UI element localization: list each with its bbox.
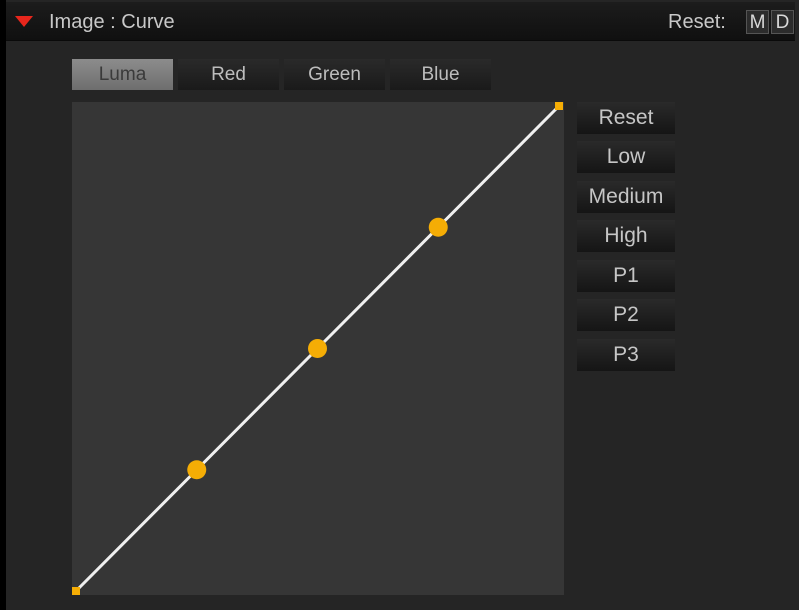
tab-blue[interactable]: Blue xyxy=(390,59,491,90)
curve-graph[interactable] xyxy=(72,102,564,595)
preset-reset-button[interactable]: Reset xyxy=(577,102,675,134)
preset-p2-button[interactable]: P2 xyxy=(577,299,675,331)
curve-control-point-2[interactable] xyxy=(308,339,327,358)
curve-editor[interactable] xyxy=(72,102,564,595)
curve-endpoint-white[interactable] xyxy=(555,102,563,110)
tab-luma[interactable]: Luma xyxy=(72,59,173,90)
preset-p1-button[interactable]: P1 xyxy=(577,260,675,292)
preset-medium-button[interactable]: Medium xyxy=(577,181,675,213)
reset-label: Reset: xyxy=(668,11,726,33)
curve-endpoint-black[interactable] xyxy=(72,587,80,595)
collapse-triangle-icon[interactable] xyxy=(15,16,33,27)
preset-p3-button[interactable]: P3 xyxy=(577,339,675,371)
reset-d-button[interactable]: D xyxy=(771,10,794,34)
curve-control-point-1[interactable] xyxy=(187,460,207,480)
curve-control-point-3[interactable] xyxy=(428,217,448,237)
reset-m-button[interactable]: M xyxy=(746,10,769,34)
tab-red[interactable]: Red xyxy=(178,59,279,90)
tab-green[interactable]: Green xyxy=(284,59,385,90)
panel-header: Image : Curve Reset: M D xyxy=(6,2,795,41)
preset-high-button[interactable]: High xyxy=(577,220,675,252)
panel-title: Image : Curve xyxy=(49,11,175,33)
preset-low-button[interactable]: Low xyxy=(577,141,675,173)
